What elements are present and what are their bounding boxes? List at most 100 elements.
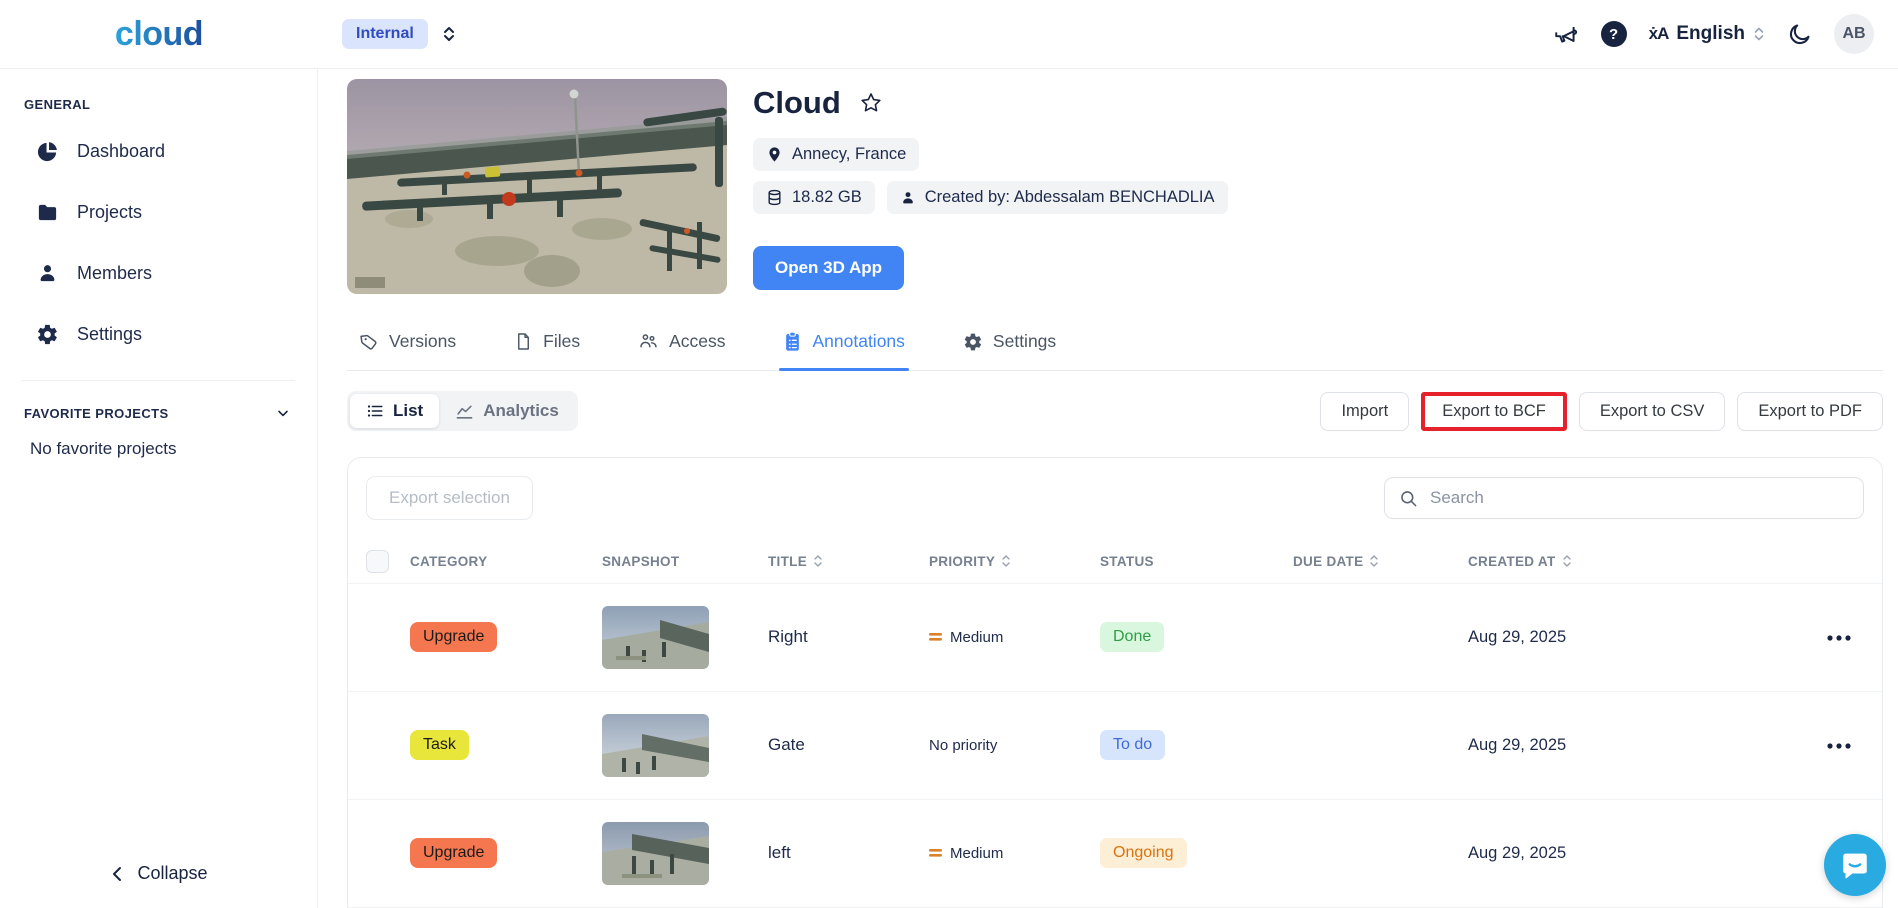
annotations-toolbar: List Analytics Import Export to BCF Expo… (347, 391, 1883, 431)
column-status: STATUS (1100, 553, 1154, 569)
view-toggle-label: Analytics (483, 401, 559, 420)
export-actions: Import Export to BCF Export to CSV Expor… (1320, 391, 1883, 431)
workspace-badge[interactable]: Internal (342, 19, 428, 49)
status-badge: Done (1100, 622, 1165, 653)
annotation-title: left (768, 843, 791, 863)
shell: GENERAL Dashboard Projects Members Setti… (0, 69, 1898, 908)
view-toggle: List Analytics (347, 391, 578, 431)
sidebar-item-label: Dashboard (77, 141, 166, 161)
tab-files[interactable]: Files (510, 317, 584, 370)
select-all-checkbox[interactable] (366, 549, 389, 573)
sidebar-item-label: Settings (77, 324, 143, 344)
view-toggle-analytics[interactable]: Analytics (439, 394, 575, 428)
header-actions: ? ẋA English AB (1553, 14, 1898, 54)
dark-mode-moon-icon[interactable] (1787, 22, 1812, 47)
snapshot-thumbnail[interactable] (602, 605, 709, 669)
sidebar-item-settings[interactable]: Settings (22, 313, 295, 356)
category-badge: Upgrade (410, 838, 498, 869)
location-pin-icon (769, 147, 780, 162)
chevron-down-icon[interactable] (275, 405, 291, 421)
collapse-button[interactable]: Collapse (22, 863, 295, 884)
chat-bubble-icon (1843, 853, 1867, 879)
megaphone-icon[interactable] (1553, 21, 1579, 47)
tab-label: Annotations (812, 331, 905, 351)
analytics-icon (456, 405, 473, 419)
sidebar-item-dashboard[interactable]: Dashboard (22, 130, 295, 173)
search-input[interactable] (1430, 488, 1849, 508)
priority-cell: Medium (929, 845, 1100, 862)
snapshot-thumbnail[interactable] (602, 821, 709, 885)
sidebar-item-projects[interactable]: Projects (22, 191, 295, 234)
open-3d-app-button[interactable]: Open 3D App (753, 246, 905, 290)
import-button[interactable]: Import (1320, 391, 1410, 431)
export-to-pdf-button[interactable]: Export to PDF (1737, 391, 1883, 431)
snapshot-thumbnail[interactable] (602, 713, 709, 777)
category-badge: Upgrade (410, 622, 498, 653)
storage-badge: 18.82 GB (753, 181, 875, 214)
table-header-row: CATEGORY SNAPSHOT TITLE PRIORITY STATUS … (348, 540, 1882, 584)
person-icon (40, 265, 55, 282)
sort-icon[interactable] (1562, 554, 1572, 568)
priority-cell: No priority (929, 736, 998, 754)
language-selector[interactable]: ẋA English (1649, 23, 1765, 45)
row-menu-button[interactable] (1826, 630, 1882, 645)
column-priority[interactable]: PRIORITY (929, 554, 1100, 569)
priority-medium-icon (929, 633, 942, 641)
gear-icon (38, 324, 57, 345)
annotations-table-card: Export selection CATEGORY SNAPSHOT TITLE… (347, 457, 1883, 908)
database-icon (768, 189, 781, 206)
table-row[interactable]: Task Gate No priority To do Aug 29, 2025 (348, 692, 1882, 800)
sidebar: GENERAL Dashboard Projects Members Setti… (0, 69, 318, 908)
chat-widget-button[interactable] (1824, 834, 1886, 896)
workspace-updown-icon[interactable] (442, 25, 456, 43)
column-category: CATEGORY (410, 553, 488, 569)
table-controls: Export selection (348, 458, 1882, 520)
app-root: cloud Internal ? ẋA English AB GENERAL D… (0, 0, 1898, 908)
priority-cell: Medium (929, 629, 1100, 646)
tab-annotations[interactable]: Annotations (779, 317, 910, 371)
sidebar-item-label: Projects (77, 202, 143, 222)
status-badge: Ongoing (1100, 838, 1187, 869)
export-selection-button[interactable]: Export selection (366, 476, 533, 520)
tab-access[interactable]: Access (634, 317, 729, 370)
clipboard-icon (786, 331, 800, 351)
tab-settings[interactable]: Settings (959, 317, 1060, 370)
app-logo[interactable]: cloud (115, 15, 204, 54)
created-at-cell: Aug 29, 2025 (1468, 735, 1567, 754)
search-box[interactable] (1384, 477, 1864, 519)
annotation-title: Right (768, 627, 808, 647)
favorite-projects-header[interactable]: FAVORITE PROJECTS (24, 405, 291, 421)
sort-icon[interactable] (813, 554, 823, 568)
row-menu-button[interactable] (1826, 738, 1882, 753)
export-to-bcf-button[interactable]: Export to BCF (1421, 391, 1567, 431)
list-icon (367, 405, 383, 417)
annotation-title: Gate (768, 735, 805, 755)
column-due-date[interactable]: DUE DATE (1293, 554, 1468, 569)
column-snapshot: SNAPSHOT (602, 553, 680, 569)
people-icon (640, 334, 657, 348)
created-at-cell: Aug 29, 2025 (1468, 627, 1567, 646)
sort-icon[interactable] (1001, 554, 1011, 568)
priority-medium-icon (929, 849, 942, 858)
column-title[interactable]: TITLE (768, 554, 929, 569)
gear-icon (964, 333, 982, 350)
table-row[interactable]: Upgrade Right Medium Done Aug 29, 2025 (348, 584, 1882, 692)
tab-versions[interactable]: Versions (355, 317, 460, 370)
search-icon (1401, 490, 1417, 506)
tab-label: Files (543, 331, 581, 351)
help-icon[interactable]: ? (1600, 21, 1627, 47)
avatar[interactable]: AB (1834, 14, 1874, 54)
export-to-csv-button[interactable]: Export to CSV (1578, 391, 1726, 431)
sidebar-item-members[interactable]: Members (22, 252, 295, 295)
translate-icon: ẋA (1648, 24, 1670, 43)
table-row[interactable]: Upgrade left Medium Ongoing Aug 29, 2025 (348, 800, 1882, 908)
column-created-at[interactable]: CREATED AT (1468, 554, 1685, 569)
view-toggle-list[interactable]: List (350, 394, 440, 428)
project-header: Cloud Annecy, France 18.82 GB Created by… (347, 79, 1883, 294)
category-badge: Task (410, 730, 469, 761)
status-badge: To do (1100, 730, 1166, 761)
ellipsis-icon (1827, 635, 1851, 641)
sidebar-item-label: Members (77, 263, 153, 283)
star-icon[interactable] (859, 91, 883, 115)
sort-icon[interactable] (1369, 554, 1379, 568)
